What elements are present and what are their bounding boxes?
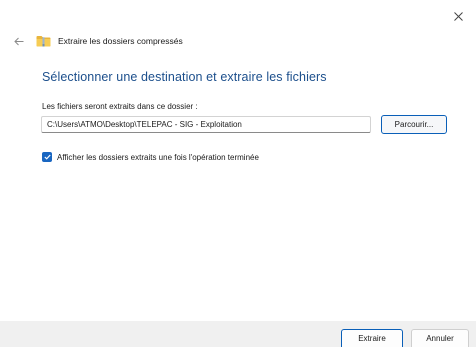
- checkmark-icon: [43, 154, 51, 160]
- close-button[interactable]: [450, 8, 466, 24]
- cancel-button[interactable]: Annuler: [411, 329, 469, 347]
- destination-label: Les fichiers seront extraits dans ce dos…: [42, 102, 198, 111]
- extract-button[interactable]: Extraire: [341, 329, 403, 347]
- zip-folder-icon: [36, 36, 51, 47]
- destination-path-input[interactable]: [41, 116, 371, 133]
- back-button[interactable]: [12, 34, 26, 48]
- close-icon: [453, 11, 463, 21]
- show-extracted-label: Afficher les dossiers extraits une fois …: [57, 152, 259, 162]
- dialog-header: Extraire les dossiers compressés: [12, 33, 464, 49]
- dialog-title: Extraire les dossiers compressés: [58, 36, 183, 46]
- dialog-footer: [0, 321, 476, 347]
- show-extracted-option[interactable]: Afficher les dossiers extraits une fois …: [42, 152, 259, 162]
- show-extracted-checkbox[interactable]: [42, 152, 52, 162]
- page-title: Sélectionner une destination et extraire…: [42, 70, 327, 84]
- browse-button[interactable]: Parcourir...: [381, 115, 447, 134]
- back-arrow-icon: [14, 37, 24, 45]
